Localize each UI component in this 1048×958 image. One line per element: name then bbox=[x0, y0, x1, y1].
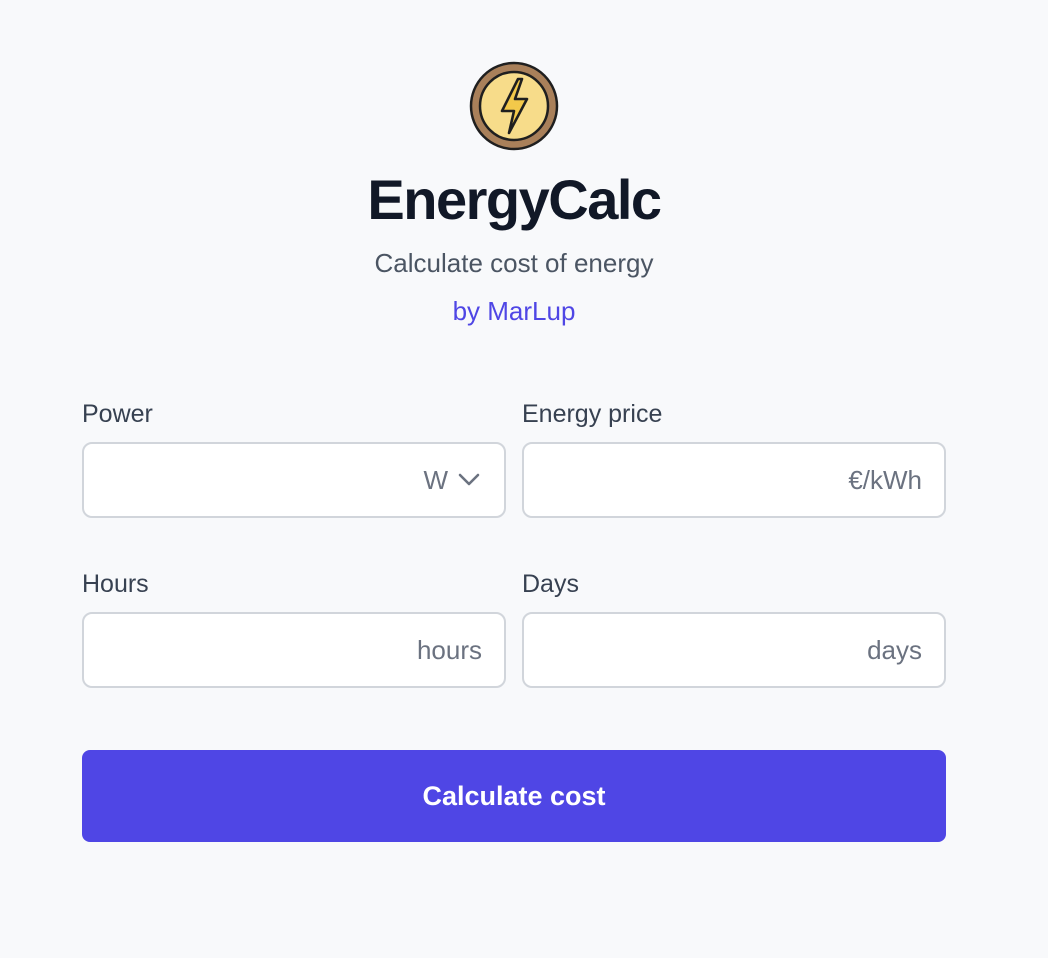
days-input-box: days bbox=[522, 612, 946, 688]
lightning-bolt-icon bbox=[469, 61, 559, 151]
power-unit-value: W bbox=[423, 464, 448, 495]
days-field: Days days bbox=[522, 568, 946, 688]
hours-label: Hours bbox=[82, 570, 149, 598]
energy-price-unit: €/kWh bbox=[848, 465, 922, 495]
hours-field: Hours hours bbox=[82, 568, 506, 688]
energy-price-label: Energy price bbox=[522, 400, 663, 428]
calculate-cost-button[interactable]: Calculate cost bbox=[82, 750, 946, 842]
app-subtitle: Calculate cost of energy bbox=[374, 248, 654, 278]
energy-price-input-box: €/kWh bbox=[522, 442, 946, 518]
hours-input-box: hours bbox=[82, 612, 506, 688]
chevron-down-icon bbox=[458, 473, 480, 486]
days-label: Days bbox=[522, 570, 579, 598]
power-unit-select[interactable]: W bbox=[423, 444, 480, 516]
days-unit: days bbox=[867, 635, 922, 665]
power-field: Power W bbox=[82, 398, 506, 518]
author-link[interactable]: by MarLup bbox=[0, 294, 1028, 328]
energy-price-field: Energy price €/kWh bbox=[522, 398, 946, 518]
hours-unit: hours bbox=[416, 635, 482, 665]
power-label: Power bbox=[82, 400, 153, 428]
power-input-box: W bbox=[82, 442, 506, 518]
app-title: EnergyCalc bbox=[367, 168, 662, 231]
